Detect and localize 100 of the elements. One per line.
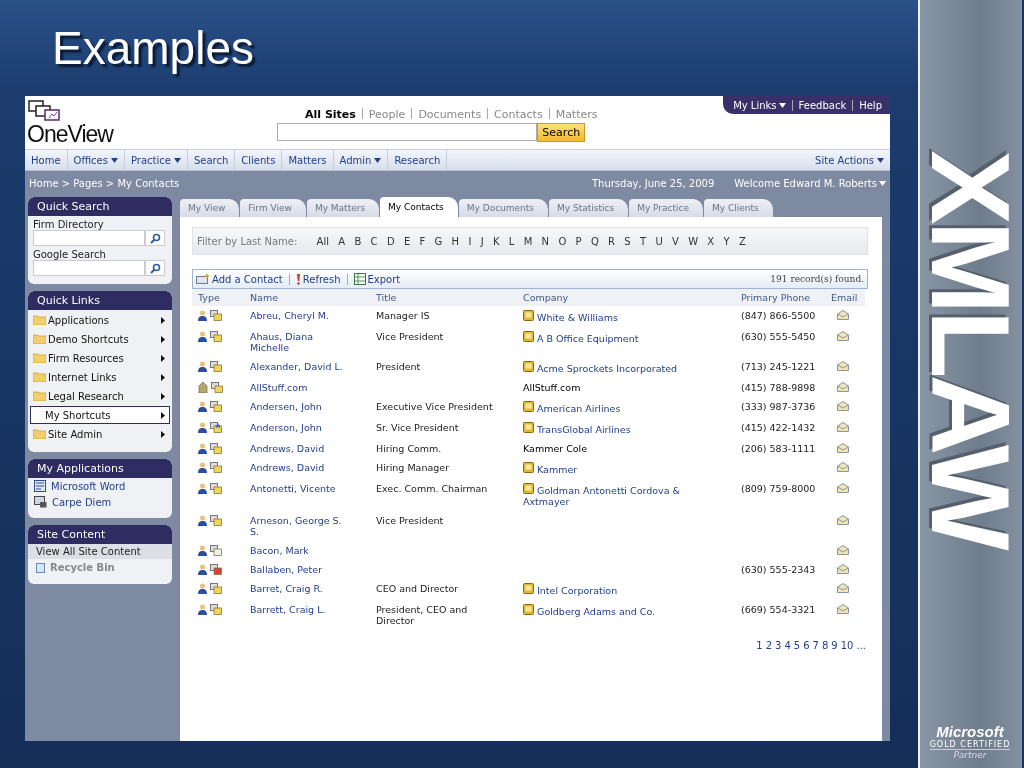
page-link[interactable]: 7 <box>812 640 819 651</box>
letter-link[interactable]: Z <box>738 235 746 247</box>
company-link[interactable]: A B Office Equipment <box>523 331 703 344</box>
quick-link-item[interactable]: Firm Resources <box>30 349 170 367</box>
email-icon[interactable] <box>837 310 849 320</box>
toolbar-button[interactable]: Export <box>353 273 401 285</box>
email-icon[interactable] <box>837 361 849 371</box>
page-link[interactable]: 5 <box>793 640 801 651</box>
top-link[interactable]: My Links <box>733 99 786 111</box>
search-scope-link[interactable]: Documents <box>418 108 482 121</box>
search-field[interactable] <box>277 123 538 141</box>
letter-link[interactable]: P <box>575 235 582 247</box>
search-button[interactable] <box>145 230 165 246</box>
tab[interactable]: My Practice <box>629 199 704 217</box>
letter-link[interactable]: T <box>639 235 647 247</box>
toolbar-button[interactable]: Refresh <box>295 273 341 285</box>
application-link[interactable]: Microsoft Word <box>28 478 172 494</box>
email-icon[interactable] <box>837 583 849 593</box>
page-link[interactable]: 10 <box>840 640 854 651</box>
letter-link[interactable]: K <box>492 235 500 247</box>
email-icon[interactable] <box>837 401 849 411</box>
search-field[interactable] <box>33 260 145 276</box>
tab[interactable]: My Clients <box>704 199 773 217</box>
email-icon[interactable] <box>837 382 849 392</box>
contact-name-link[interactable]: Arneson, George S. S. <box>250 515 346 537</box>
contact-name-link[interactable]: Anderson, John <box>250 422 346 433</box>
letter-link[interactable]: G <box>434 235 443 247</box>
nav-item[interactable]: Search <box>187 150 236 170</box>
email-icon[interactable] <box>837 483 849 493</box>
application-link[interactable]: Carpe Diem <box>28 494 172 510</box>
contact-name-link[interactable]: Ahaus, Diana Michelle <box>250 331 346 353</box>
top-link[interactable]: Help <box>859 99 882 111</box>
nav-item[interactable]: Matters <box>282 150 334 170</box>
search-scope-link[interactable]: People <box>368 108 406 121</box>
page-link[interactable]: 1 <box>756 640 763 651</box>
letter-link[interactable]: L <box>508 235 515 247</box>
tab[interactable]: Firm View <box>240 199 306 217</box>
nav-item[interactable]: Research <box>388 150 448 170</box>
quick-link-item[interactable]: Legal Research <box>30 387 170 405</box>
letter-link[interactable]: O <box>558 235 567 247</box>
quick-link-item[interactable]: Internet Links <box>30 368 170 386</box>
tab[interactable]: My Documents <box>458 199 549 217</box>
email-icon[interactable] <box>837 564 849 574</box>
company-link[interactable]: Acme Sprockets Incorporated <box>523 361 703 374</box>
contact-name-link[interactable]: Alexander, David L. <box>250 361 346 372</box>
email-icon[interactable] <box>837 515 849 525</box>
letter-link[interactable]: Q <box>590 235 599 247</box>
contact-name-link[interactable]: Andrews, David <box>250 443 346 454</box>
nav-item[interactable]: Offices <box>67 150 125 170</box>
top-link[interactable]: Feedback <box>798 99 847 111</box>
email-icon[interactable] <box>837 443 849 453</box>
nav-item[interactable]: Practice <box>124 150 188 170</box>
tab[interactable]: My Statistics <box>549 199 629 217</box>
quick-link-item[interactable]: Site Admin <box>30 425 170 443</box>
company-link[interactable]: Kammer <box>523 462 703 475</box>
search-button[interactable] <box>145 260 165 276</box>
search-scope-link[interactable]: Matters <box>555 108 598 121</box>
page-link[interactable]: 6 <box>803 640 810 651</box>
contact-name-link[interactable]: Andrews, David <box>250 462 346 473</box>
letter-link[interactable]: H <box>451 235 460 247</box>
company-link[interactable]: Goldman Antonetti Cordova & Axtmayer <box>523 483 703 507</box>
nav-item[interactable]: Clients <box>235 150 283 170</box>
letter-link[interactable]: D <box>386 235 395 247</box>
email-icon[interactable] <box>837 545 849 555</box>
company-link[interactable]: Goldberg Adams and Co. <box>523 604 703 617</box>
letter-link[interactable]: Y <box>723 235 730 247</box>
contact-name-link[interactable]: Andersen, John <box>250 401 346 412</box>
search-scope-link[interactable]: Contacts <box>494 108 543 121</box>
search-button[interactable]: Search <box>537 123 586 142</box>
tab[interactable]: My Matters <box>306 199 380 217</box>
letter-link[interactable]: S <box>624 235 631 247</box>
page-link[interactable]: ... <box>856 640 866 651</box>
nav-item[interactable]: Home <box>25 150 68 170</box>
letter-link[interactable]: All <box>316 235 329 247</box>
letter-link[interactable]: A <box>338 235 346 247</box>
letter-link[interactable]: U <box>655 235 663 247</box>
quick-link-item[interactable]: Demo Shortcuts <box>30 330 170 348</box>
letter-link[interactable]: N <box>541 235 550 247</box>
contact-name-link[interactable]: Ballaben, Peter <box>250 564 346 575</box>
page-link[interactable]: 8 <box>821 640 829 651</box>
company-link[interactable]: Intel Corporation <box>523 583 703 596</box>
search-field[interactable] <box>33 230 145 246</box>
page-link[interactable]: 4 <box>784 640 791 651</box>
letter-link[interactable]: W <box>688 235 699 247</box>
contact-name-link[interactable]: Antonetti, Vicente <box>250 483 346 494</box>
email-icon[interactable] <box>837 462 849 472</box>
search-scope-link[interactable]: All Sites <box>305 108 356 121</box>
contact-name-link[interactable]: Barret, Craig R. <box>250 583 346 594</box>
page-link[interactable]: 9 <box>831 640 838 651</box>
letter-link[interactable]: J <box>480 235 484 247</box>
page-link[interactable]: 3 <box>775 640 782 651</box>
quick-link-item[interactable]: Applications <box>30 311 170 329</box>
contact-name-link[interactable]: Bacon, Mark <box>250 545 346 556</box>
letter-link[interactable]: E <box>403 235 411 247</box>
letter-link[interactable]: F <box>419 235 426 247</box>
contact-name-link[interactable]: AllStuff.com <box>250 382 346 393</box>
site-actions-menu[interactable]: Site Actions <box>809 150 890 170</box>
quick-link-item[interactable]: My Shortcuts <box>30 406 170 424</box>
nav-item[interactable]: Admin <box>333 150 389 170</box>
tab[interactable]: My View <box>180 199 240 217</box>
